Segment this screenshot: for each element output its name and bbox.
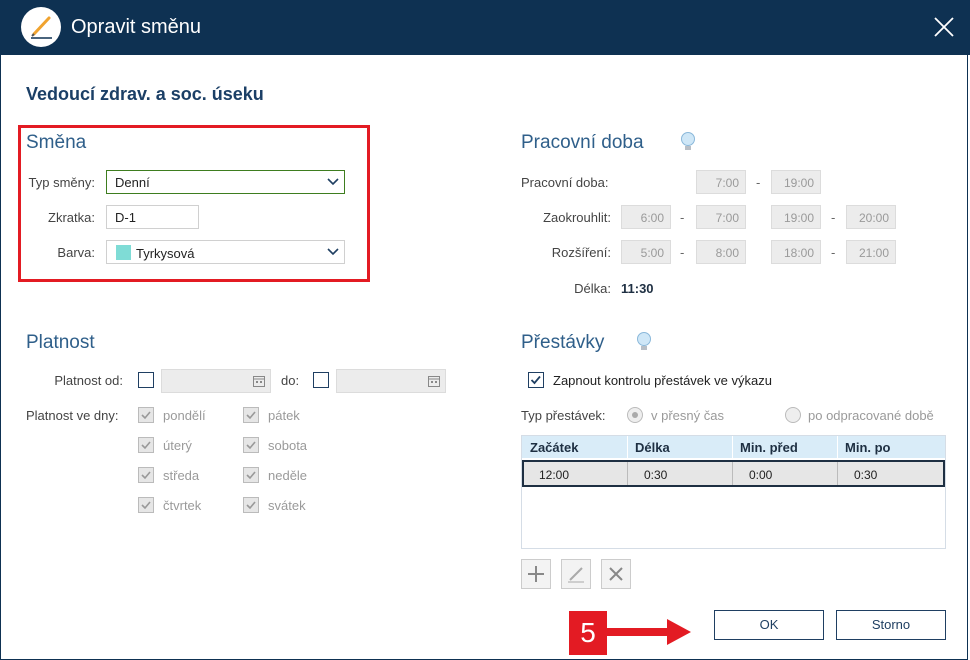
checkbox-checked[interactable] bbox=[138, 497, 154, 513]
abbr-input[interactable]: D-1 bbox=[106, 205, 199, 229]
checkbox-checked[interactable] bbox=[138, 437, 154, 453]
page-heading: Vedoucí zdrav. a soc. úseku bbox=[26, 84, 264, 104]
checkbox-checked[interactable] bbox=[138, 467, 154, 483]
edit-pencil-icon bbox=[21, 7, 61, 47]
round-to-1[interactable]: 19:00 bbox=[771, 205, 821, 229]
pencil-icon bbox=[568, 567, 584, 583]
calendar-icon[interactable] bbox=[253, 375, 265, 387]
column-header[interactable]: Min. po bbox=[845, 440, 891, 455]
radio-after-worked-label: po odpracované době bbox=[808, 408, 934, 423]
break-type-label: Typ přestávek: bbox=[521, 408, 606, 423]
shift-type-value: Denní bbox=[115, 175, 150, 190]
valid-to-checkbox[interactable] bbox=[313, 372, 329, 388]
radio-exact-time-label: v přesný čas bbox=[651, 408, 724, 423]
table-cell[interactable]: 0:00 bbox=[749, 468, 772, 482]
table-cell[interactable]: 0:30 bbox=[644, 468, 667, 482]
checkbox-checked[interactable] bbox=[138, 407, 154, 423]
day-label: čtvrtek bbox=[163, 498, 202, 513]
checkbox-checked[interactable] bbox=[243, 497, 259, 513]
length-value: 11:30 bbox=[621, 281, 654, 296]
checkbox-checked[interactable] bbox=[243, 437, 259, 453]
section-title-prestavky: Přestávky bbox=[521, 332, 605, 353]
breaks-table: Začátek Délka Min. před Min. po 12:00 0:… bbox=[521, 435, 946, 549]
column-header[interactable]: Délka bbox=[635, 440, 670, 455]
ext-label: Rozšíření: bbox=[551, 245, 611, 260]
cancel-button[interactable]: Storno bbox=[836, 610, 946, 640]
abbr-label: Zkratka: bbox=[48, 210, 95, 225]
table-row[interactable]: 12:00 0:30 0:00 0:30 bbox=[522, 460, 945, 487]
close-icon bbox=[609, 567, 623, 581]
round-from-2[interactable]: 7:00 bbox=[696, 205, 746, 229]
color-select[interactable]: Tyrkysová bbox=[106, 240, 345, 264]
column-header[interactable]: Začátek bbox=[530, 440, 578, 455]
work-label: Pracovní doba: bbox=[521, 175, 609, 190]
valid-from-checkbox[interactable] bbox=[138, 372, 154, 388]
dash: - bbox=[831, 210, 836, 225]
step-badge: 5 bbox=[569, 611, 607, 655]
day-label: pátek bbox=[268, 408, 300, 423]
table-cell[interactable]: 0:30 bbox=[854, 468, 877, 482]
add-break-button[interactable] bbox=[521, 559, 551, 589]
valid-to-label: do: bbox=[281, 373, 300, 388]
chevron-down-icon bbox=[327, 178, 339, 186]
valid-from-label: Platnost od: bbox=[54, 373, 123, 388]
section-title-platnost: Platnost bbox=[26, 332, 95, 353]
color-label: Barva: bbox=[57, 245, 95, 260]
valid-from-date[interactable] bbox=[161, 369, 271, 393]
dash: - bbox=[680, 245, 685, 260]
plus-icon bbox=[528, 566, 544, 582]
day-label: pondělí bbox=[163, 408, 206, 423]
dash: - bbox=[756, 175, 761, 190]
delete-break-button[interactable] bbox=[601, 559, 631, 589]
title-bar: Opravit směnu bbox=[0, 0, 970, 55]
table-cell[interactable]: 12:00 bbox=[539, 468, 569, 482]
work-to-input[interactable]: 19:00 bbox=[771, 170, 821, 194]
length-label: Délka: bbox=[574, 281, 611, 296]
checkbox-checked[interactable] bbox=[243, 407, 259, 423]
checkbox-checked[interactable] bbox=[243, 467, 259, 483]
day-label: svátek bbox=[268, 498, 306, 513]
section-title-smena: Směna bbox=[26, 132, 87, 153]
dash: - bbox=[680, 210, 685, 225]
round-label: Zaokrouhlit: bbox=[543, 210, 611, 225]
radio-after-worked[interactable] bbox=[785, 407, 801, 423]
lightbulb-icon[interactable] bbox=[679, 131, 697, 153]
ext-from-2[interactable]: 8:00 bbox=[696, 240, 746, 264]
edit-break-button[interactable] bbox=[561, 559, 591, 589]
lightbulb-icon[interactable] bbox=[635, 331, 653, 353]
color-value: Tyrkysová bbox=[136, 246, 195, 261]
day-label: sobota bbox=[268, 438, 308, 453]
ext-to-1[interactable]: 18:00 bbox=[771, 240, 821, 264]
enable-breaks-label: Zapnout kontrolu přestávek ve výkazu bbox=[553, 373, 772, 388]
column-header[interactable]: Min. před bbox=[740, 440, 798, 455]
calendar-icon[interactable] bbox=[428, 375, 440, 387]
table-header: Začátek Délka Min. před Min. po bbox=[522, 436, 945, 458]
round-from-1[interactable]: 6:00 bbox=[621, 205, 671, 229]
valid-to-date[interactable] bbox=[336, 369, 446, 393]
chevron-down-icon bbox=[327, 248, 339, 256]
day-label: neděle bbox=[268, 468, 308, 483]
enable-breaks-checkbox[interactable] bbox=[528, 372, 544, 388]
dash: - bbox=[831, 245, 836, 260]
days-label: Platnost ve dny: bbox=[26, 408, 119, 423]
ext-to-2[interactable]: 21:00 bbox=[846, 240, 896, 264]
radio-exact-time[interactable] bbox=[627, 407, 643, 423]
work-from-input[interactable]: 7:00 bbox=[696, 170, 746, 194]
dialog-title: Opravit směnu bbox=[71, 16, 202, 38]
round-to-2[interactable]: 20:00 bbox=[846, 205, 896, 229]
close-icon[interactable] bbox=[932, 15, 956, 39]
ok-button[interactable]: OK bbox=[714, 610, 824, 640]
day-label: úterý bbox=[163, 438, 192, 453]
ext-from-1[interactable]: 5:00 bbox=[621, 240, 671, 264]
arrow-right-icon bbox=[607, 619, 691, 645]
color-swatch bbox=[116, 245, 131, 260]
shift-type-select[interactable]: Denní bbox=[106, 170, 345, 194]
section-title-pracovni-doba: Pracovní doba bbox=[521, 132, 644, 153]
day-label: středa bbox=[163, 468, 200, 483]
type-label: Typ směny: bbox=[28, 175, 95, 190]
